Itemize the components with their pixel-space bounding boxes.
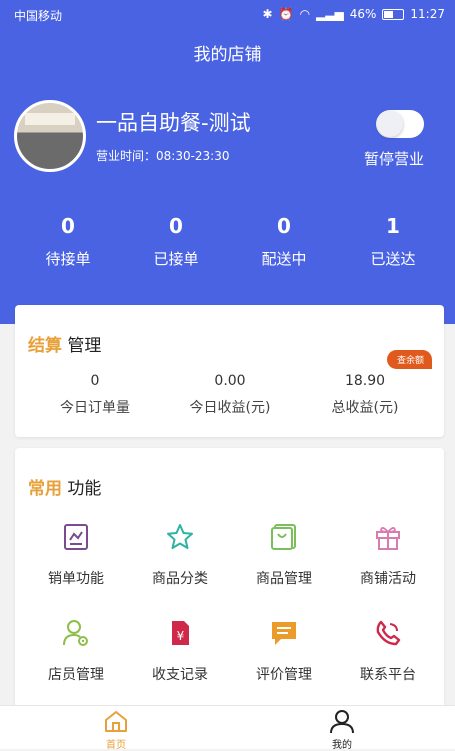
stat-label: 已接单 [153,250,199,268]
bag-icon [271,524,296,550]
user-icon [330,710,354,734]
clock: 11:27 [410,7,445,21]
staff-management-button[interactable]: 店员管理 [26,618,126,684]
shop-header: 中国移动 ✱ ⏰ ◠ ▂▃▅ 46% 11:27 我的店铺 一品自助餐-测试 营… [0,0,455,324]
status-bar: 中国移动 ✱ ⏰ ◠ ▂▃▅ 46% 11:27 [0,0,455,28]
settlement-card: 结算 管理 查余额 0 今日订单量 0.00 今日收益(元) 18.90 总收益… [15,305,444,437]
store-activity-button[interactable]: 商铺活动 [338,522,438,588]
staff-gear-icon [63,620,88,646]
stat-accepted[interactable]: 0 已接单 [126,214,226,269]
message-icon [272,622,296,645]
bottom-tab-bar: 首页 我的 [0,705,455,751]
function-label: 评价管理 [256,667,312,683]
tab-label: 首页 [106,740,126,751]
wifi-icon: ◠ [299,7,311,21]
pause-business-toggle[interactable] [376,110,424,138]
page-title: 我的店铺 [193,45,262,65]
bluetooth-icon: ✱ [262,7,273,21]
stat-label: 已送达 [370,250,416,268]
phone-icon [376,620,401,646]
stat-value: 0 [277,214,291,238]
check-balance-button[interactable]: 查余额 [386,350,432,369]
yuan-doc-icon: ¥ [172,621,189,645]
fin-label: 总收益(元) [331,400,399,416]
today-income: 0.00 今日收益(元) [160,373,300,417]
svg-text:¥: ¥ [177,629,185,643]
alarm-icon: ⏰ [278,7,294,21]
stat-pending[interactable]: 0 待接单 [18,214,118,269]
fin-value: 0 [90,373,100,389]
fin-label: 今日收益(元) [189,400,271,416]
fin-value: 0.00 [214,373,246,389]
shop-name: 一品自助餐-测试 [96,111,251,135]
tab-home[interactable]: 首页 [86,709,146,751]
total-income: 18.90 总收益(元) [295,373,435,417]
stat-value: 0 [61,214,75,238]
function-label: 商铺活动 [360,571,416,587]
battery-percent: 46% [349,7,377,21]
settlement-title: 结算 管理 [28,331,101,356]
title-rest: 管理 [62,336,102,356]
status-icons: ✱ ⏰ ◠ ▂▃▅ 46% 11:27 [263,7,445,21]
stat-value: 0 [169,214,183,238]
sales-function-button[interactable]: 销单功能 [26,522,126,588]
function-label: 销单功能 [48,571,104,587]
today-orders: 0 今日订单量 [25,373,165,417]
function-label: 商品分类 [152,571,208,587]
tab-label: 我的 [332,740,352,751]
functions-title: 常用 功能 [28,474,101,499]
star-icon [167,524,193,549]
chart-icon [64,524,88,550]
product-management-button[interactable]: 商品管理 [234,522,334,588]
carrier-label: 中国移动 [14,9,63,23]
function-label: 收支记录 [152,667,208,683]
function-label: 店员管理 [48,667,104,683]
title-rest: 功能 [62,479,102,499]
review-management-button[interactable]: 评价管理 [234,618,334,684]
stat-label: 待接单 [45,250,91,268]
function-label: 商品管理 [256,571,312,587]
stat-delivered[interactable]: 1 已送达 [343,214,443,269]
business-hours: 营业时间：08:30-23:30 [96,149,230,163]
fin-label: 今日订单量 [60,400,130,416]
fin-value: 18.90 [344,373,386,389]
tab-mine[interactable]: 我的 [312,709,372,751]
income-expense-button[interactable]: ¥ 收支记录 [130,618,230,684]
stat-value: 1 [386,214,400,238]
title-accent: 结算 [28,336,62,356]
stat-delivering[interactable]: 0 配送中 [234,214,334,269]
functions-card: 常用 功能 销单功能 商品分类 商品管理 商铺活动 店员管理 ¥ 收支记录 评价… [15,448,444,710]
product-category-button[interactable]: 商品分类 [130,522,230,588]
pause-business-label: 暂停营业 [364,150,425,168]
function-label: 联系平台 [360,667,416,683]
stat-label: 配送中 [261,250,307,268]
signal-icon: ▂▃▅ [316,7,344,21]
battery-icon [382,8,405,20]
contact-platform-button[interactable]: 联系平台 [338,618,438,684]
title-accent: 常用 [28,479,62,499]
home-icon [105,711,127,732]
shop-avatar[interactable] [14,100,86,172]
gift-icon [376,527,400,550]
